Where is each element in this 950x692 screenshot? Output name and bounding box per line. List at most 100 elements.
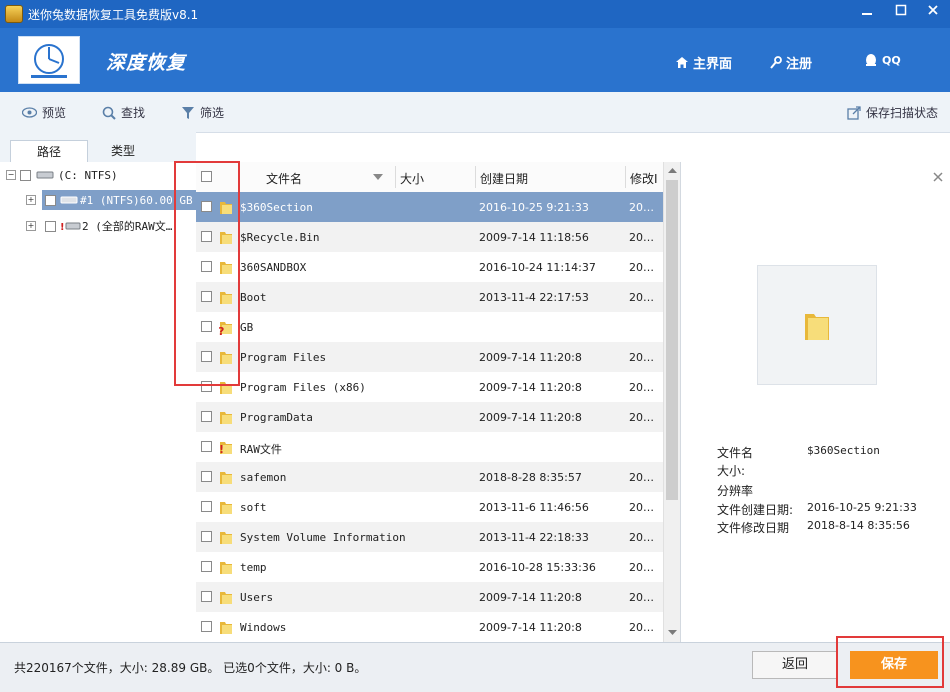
row-modified-date: 20… <box>629 291 654 304</box>
eye-icon <box>22 107 37 118</box>
tab-type[interactable]: 类型 <box>90 140 156 162</box>
row-checkbox[interactable] <box>201 591 212 602</box>
row-file-name: soft <box>240 501 267 514</box>
scroll-up-icon[interactable] <box>664 164 681 178</box>
raw-partition-checkbox[interactable] <box>45 220 56 232</box>
filter-button[interactable]: 筛选 <box>181 104 224 121</box>
home-link[interactable]: 主界面 <box>675 53 732 72</box>
folder-icon <box>220 232 232 244</box>
row-checkbox[interactable] <box>201 471 212 482</box>
filter-button-label: 筛选 <box>200 106 225 120</box>
table-row[interactable]: temp 2016-10-28 15:33:36 20… <box>196 552 663 582</box>
toolbar: 预览 查找 筛选 保存扫描状态 <box>0 92 950 133</box>
table-row[interactable]: 360SANDBOX 2016-10-24 11:14:37 20… <box>196 252 663 282</box>
info-resolution-label: 分辨率 <box>717 484 754 498</box>
column-header-size[interactable]: 大小 <box>400 170 424 187</box>
maximize-button[interactable] <box>890 3 912 23</box>
row-created-date: 2018-8-28 8:35:57 <box>479 471 582 484</box>
row-file-name: $Recycle.Bin <box>240 231 320 244</box>
close-preview-icon[interactable] <box>933 172 943 182</box>
table-row[interactable]: $Recycle.Bin 2009-7-14 11:18:56 20… <box>196 222 663 252</box>
row-checkbox[interactable] <box>201 561 212 572</box>
expand-toggle[interactable]: + <box>26 195 36 205</box>
row-file-name: temp <box>240 561 267 574</box>
save-scan-state-button[interactable]: 保存扫描状态 <box>847 104 938 121</box>
row-checkbox[interactable] <box>201 231 212 242</box>
table-row[interactable]: Program Files (x86) 2009-7-14 11:20:8 20… <box>196 372 663 402</box>
folder-icon <box>220 622 232 634</box>
preview-button[interactable]: 预览 <box>22 104 66 121</box>
table-row[interactable]: Boot 2013-11-4 22:17:53 20… <box>196 282 663 312</box>
find-button[interactable]: 查找 <box>102 104 145 121</box>
column-header-created[interactable]: 创建日期 <box>480 170 528 187</box>
back-button[interactable]: 返回 <box>752 651 838 679</box>
app-icon <box>5 5 23 23</box>
table-row[interactable]: Users 2009-7-14 11:20:8 20… <box>196 582 663 612</box>
unknown-folder-icon: ? <box>219 322 232 336</box>
row-checkbox[interactable] <box>201 501 212 512</box>
funnel-icon <box>182 106 194 119</box>
qq-link-label: QQ <box>882 53 901 67</box>
scroll-down-icon[interactable] <box>664 626 681 640</box>
scroll-thumb[interactable] <box>666 180 678 500</box>
table-row[interactable]: System Volume Information 2013-11-4 22:18… <box>196 522 663 552</box>
tree-item-partition-1[interactable]: + #1 (NTFS)60.00 GB <box>26 189 196 211</box>
folder-icon <box>220 292 232 304</box>
row-checkbox[interactable] <box>201 441 212 452</box>
row-checkbox[interactable] <box>201 321 212 332</box>
tab-path[interactable]: 路径 <box>10 140 88 163</box>
row-modified-date: 20… <box>629 561 654 574</box>
row-created-date: 2009-7-14 11:20:8 <box>479 591 582 604</box>
table-row[interactable]: soft 2013-11-6 11:46:56 20… <box>196 492 663 522</box>
row-checkbox[interactable] <box>201 291 212 302</box>
maximize-icon <box>895 4 907 16</box>
row-checkbox[interactable] <box>201 351 212 362</box>
sort-descending-icon <box>373 174 383 180</box>
table-row[interactable]: Program Files 2009-7-14 11:20:8 20… <box>196 342 663 372</box>
column-header-modified[interactable]: 修改I <box>630 170 658 187</box>
row-modified-date: 20… <box>629 381 654 394</box>
table-row[interactable]: $360Section 2016-10-25 9:21:33 20… <box>196 192 663 222</box>
row-checkbox[interactable] <box>201 261 212 272</box>
column-header-name[interactable]: 文件名 <box>266 170 302 187</box>
svg-text:?: ? <box>219 325 224 336</box>
info-modified-label: 文件修改日期 <box>717 521 790 535</box>
qq-link[interactable]: QQ <box>864 53 901 67</box>
row-modified-date: 20… <box>629 591 654 604</box>
folder-icon <box>220 502 232 514</box>
row-created-date: 2016-10-28 15:33:36 <box>479 561 596 574</box>
minimize-button[interactable] <box>856 3 878 23</box>
row-created-date: 2013-11-6 11:46:56 <box>479 501 589 514</box>
row-checkbox[interactable] <box>201 531 212 542</box>
table-row[interactable]: ? GB <box>196 312 663 342</box>
row-checkbox[interactable] <box>201 201 212 212</box>
partition-1-checkbox[interactable] <box>45 194 56 206</box>
table-row[interactable]: ! RAW文件 <box>196 432 663 462</box>
register-link[interactable]: 注册 <box>770 53 812 72</box>
window-title: 迷你兔数据恢复工具免费版v8.1 <box>28 8 199 22</box>
folder-icon <box>220 352 232 364</box>
tree-root[interactable]: − (C: NTFS) <box>6 164 118 186</box>
tree-root-checkbox[interactable] <box>20 169 31 181</box>
preview-button-label: 预览 <box>42 106 67 120</box>
table-row[interactable]: ProgramData 2009-7-14 11:20:8 20… <box>196 402 663 432</box>
row-modified-date: 20… <box>629 471 654 484</box>
row-checkbox[interactable] <box>201 381 212 392</box>
table-row[interactable]: Windows 2009-7-14 11:20:8 20… <box>196 612 663 642</box>
row-file-name: Windows <box>240 621 287 634</box>
folder-icon <box>220 532 232 544</box>
close-button[interactable] <box>922 3 944 23</box>
expand-toggle[interactable]: + <box>26 221 36 231</box>
row-file-name: $360Section <box>240 201 313 214</box>
row-checkbox[interactable] <box>201 621 212 632</box>
folder-icon <box>220 472 232 484</box>
select-all-checkbox[interactable] <box>201 171 212 182</box>
file-list-scrollbar[interactable] <box>663 162 681 642</box>
row-file-name: safemon <box>240 471 287 484</box>
row-checkbox[interactable] <box>201 411 212 422</box>
save-button[interactable]: 保存 <box>850 651 938 679</box>
collapse-toggle[interactable]: − <box>6 170 16 180</box>
row-modified-date: 20… <box>629 621 654 634</box>
table-row[interactable]: safemon 2018-8-28 8:35:57 20… <box>196 462 663 492</box>
tree-item-raw[interactable]: + ! 2 (全部的RAW文… <box>26 215 172 237</box>
